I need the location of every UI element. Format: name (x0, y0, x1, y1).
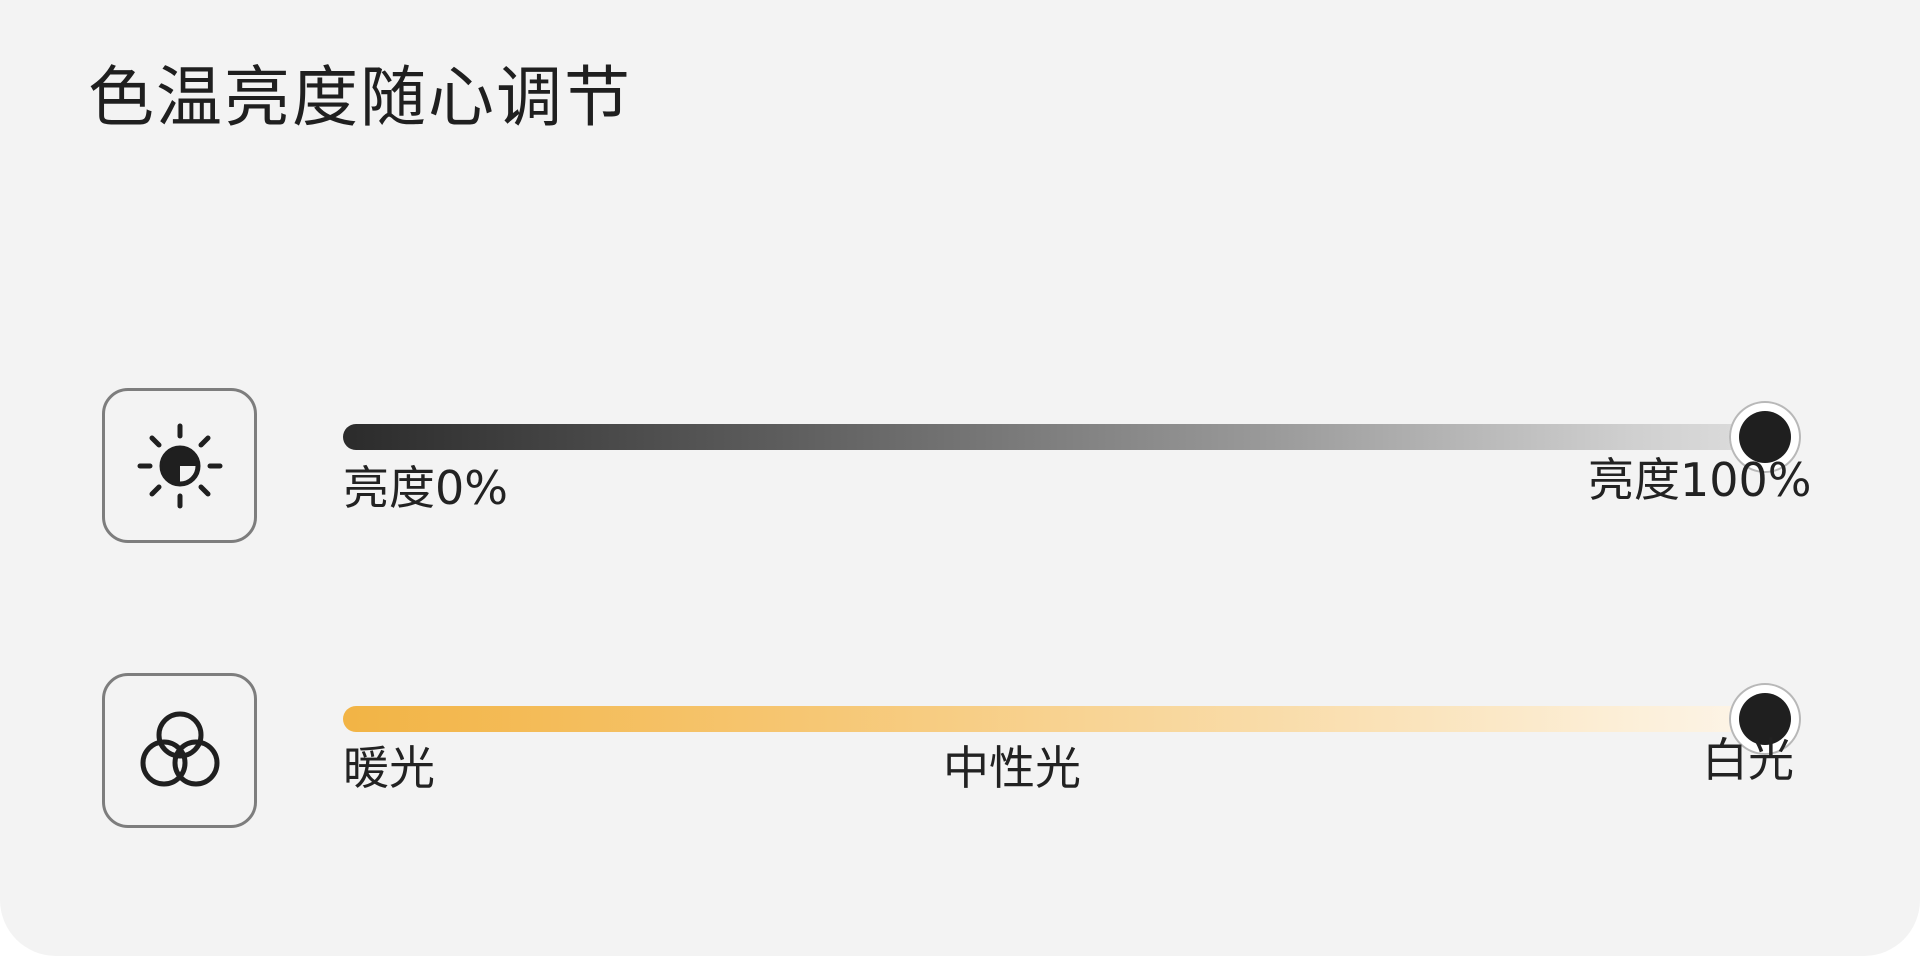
brightness-slider-track[interactable] (343, 424, 1771, 450)
brightness-icon (137, 423, 222, 508)
color-blend-icon (140, 711, 219, 786)
color-temperature-slider-track[interactable] (343, 706, 1771, 732)
white-light-label: 白光 (1702, 733, 1794, 787)
color-temperature-icon-button[interactable] (102, 673, 257, 828)
neutral-light-label: 中性光 (943, 741, 1081, 795)
brightness-min-label: 亮度0% (343, 461, 508, 515)
brightness-max-label: 亮度100% (1588, 453, 1812, 507)
brightness-icon-button[interactable] (102, 388, 257, 543)
settings-card: 色温亮度随心调节 亮度0% 亮度100% 暖光 中性光 白光 (0, 0, 1920, 956)
warm-light-label: 暖光 (343, 741, 435, 795)
section-title: 色温亮度随心调节 (88, 59, 632, 136)
